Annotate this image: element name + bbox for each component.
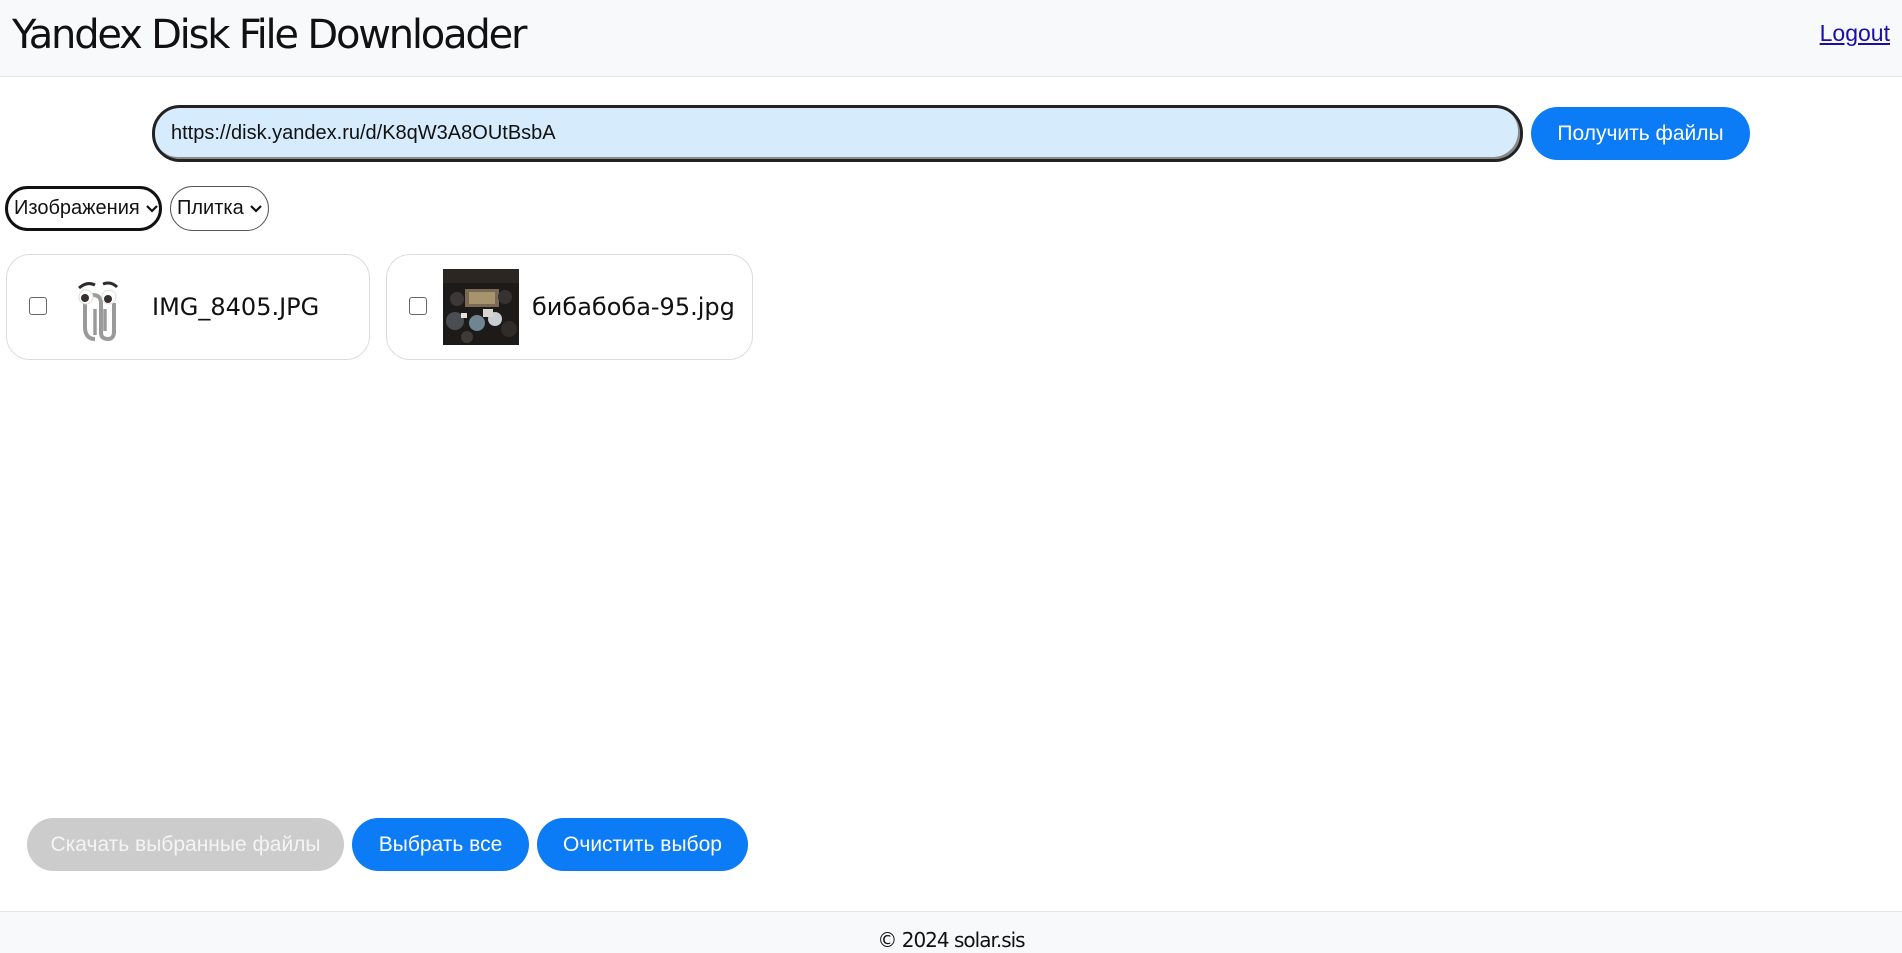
file-name: бибабоба-95.jpg	[532, 293, 735, 321]
app-title: Yandex Disk File Downloader	[12, 12, 527, 58]
copyright-text: © 2024 solar.sis	[877, 928, 1025, 952]
get-files-button[interactable]: Получить файлы	[1531, 107, 1750, 160]
file-name: IMG_8405.JPG	[152, 293, 320, 321]
file-checkbox[interactable]	[409, 297, 427, 315]
view-mode-select[interactable]: Плитка	[170, 186, 269, 231]
file-checkbox[interactable]	[29, 297, 47, 315]
disk-url-input[interactable]	[152, 105, 1523, 162]
page-footer: © 2024 solar.sis	[0, 911, 1902, 953]
paperclip-clippy-icon	[65, 269, 141, 345]
select-all-button[interactable]: Выбрать все	[352, 818, 529, 871]
file-type-select[interactable]: Изображения	[5, 186, 162, 231]
app-header: Yandex Disk File Downloader Logout	[0, 0, 1902, 77]
download-selected-button[interactable]: Скачать выбранные файлы	[27, 818, 344, 871]
logout-link[interactable]: Logout	[1820, 20, 1890, 47]
clear-selection-button[interactable]: Очистить выбор	[537, 818, 748, 871]
file-card[interactable]: бибабоба-95.jpg	[386, 254, 753, 360]
chevron-down-icon	[145, 197, 159, 220]
file-type-select-value: Изображения	[14, 197, 140, 219]
chevron-down-icon	[249, 197, 263, 220]
file-card[interactable]: IMG_8405.JPG	[6, 254, 370, 360]
photo-thumbnail	[443, 269, 519, 345]
view-mode-select-value: Плитка	[177, 197, 244, 219]
